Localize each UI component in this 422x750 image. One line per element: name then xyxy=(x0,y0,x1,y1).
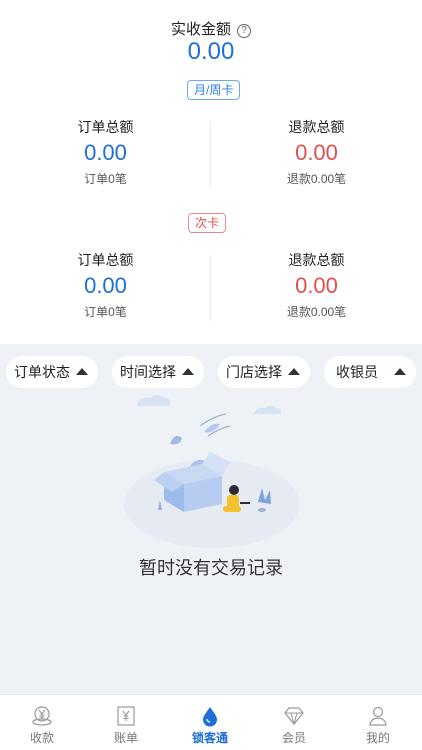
order-total-label: 订单总额 xyxy=(77,119,134,135)
monthly-order-column: 订单总额 0.00 订单0笔 xyxy=(0,118,211,188)
order-count: 订单0笔 xyxy=(84,172,127,186)
tab-lock-customer[interactable]: 锁客通 xyxy=(168,695,252,750)
person-icon xyxy=(369,706,387,726)
order-total-label: 订单总额 xyxy=(77,252,134,268)
transaction-list-area: 订单状态 时间选择 门店选择 收银员 暂时没有交易记录 xyxy=(0,344,422,694)
refund-count: 退款0.00笔 xyxy=(286,305,347,319)
total-received-heading: 实收金额? xyxy=(0,18,422,39)
tab-mine[interactable]: 我的 xyxy=(336,695,420,750)
total-received-label: 实收金额 xyxy=(170,21,231,38)
diamond-icon xyxy=(284,707,304,726)
times-card-stats: 订单总额 0.00 订单0笔 退款总额 0.00 退款0.00笔 xyxy=(0,251,422,323)
revenue-summary: 实收金额? 0.00 月/周卡 订单总额 0.00 订单0笔 退款总额 0.00… xyxy=(0,0,422,344)
time-select-filter[interactable]: 时间选择 xyxy=(112,356,204,388)
bottom-tab-bar: 收款 账单 锁客通 会员 我的 xyxy=(0,694,422,750)
empty-box-illustration xyxy=(124,395,300,548)
tab-bills[interactable]: 账单 xyxy=(84,695,168,750)
tab-collect[interactable]: 收款 xyxy=(0,695,84,750)
tab-members-label: 会员 xyxy=(281,731,306,745)
order-status-filter[interactable]: 订单状态 xyxy=(6,356,98,388)
caret-up-icon xyxy=(76,368,88,375)
bill-icon xyxy=(117,706,135,726)
refund-total-label: 退款总额 xyxy=(288,252,345,268)
store-select-filter-label: 门店选择 xyxy=(226,364,282,380)
tab-bills-label: 账单 xyxy=(113,731,138,745)
monthly-card-stats: 订单总额 0.00 订单0笔 退款总额 0.00 退款0.00笔 xyxy=(0,118,422,190)
caret-up-icon xyxy=(394,368,406,375)
monthly-refund-column: 退款总额 0.00 退款0.00笔 xyxy=(211,118,422,188)
tab-members[interactable]: 会员 xyxy=(252,695,336,750)
tab-mine-label: 我的 xyxy=(365,731,390,745)
refund-count: 退款0.00笔 xyxy=(286,172,347,186)
total-received-value: 0.00 xyxy=(187,38,235,65)
order-total-value: 0.00 xyxy=(84,273,127,298)
refund-total-label: 退款总额 xyxy=(288,119,345,135)
empty-state-message: 暂时没有交易记录 xyxy=(139,558,283,578)
refund-total-value: 0.00 xyxy=(295,140,338,165)
times-order-column: 订单总额 0.00 订单0笔 xyxy=(0,251,211,321)
store-select-filter[interactable]: 门店选择 xyxy=(218,356,310,388)
refund-total-value: 0.00 xyxy=(295,273,338,298)
time-select-filter-label: 时间选择 xyxy=(120,364,176,380)
drop-icon xyxy=(203,707,217,727)
tab-collect-label: 收款 xyxy=(29,731,54,745)
cashier-filter-label: 收银员 xyxy=(336,364,378,380)
yen-coin-icon xyxy=(32,706,52,726)
cashier-filter[interactable]: 收银员 xyxy=(324,356,416,388)
tab-lock-customer-label: 锁客通 xyxy=(191,731,228,745)
times-refund-column: 退款总额 0.00 退款0.00笔 xyxy=(211,251,422,321)
help-icon[interactable]: ? xyxy=(237,24,251,38)
caret-up-icon xyxy=(288,368,300,375)
order-status-filter-label: 订单状态 xyxy=(14,364,70,380)
caret-up-icon xyxy=(182,368,194,375)
monthly-card-tag: 月/周卡 xyxy=(187,80,241,100)
order-total-value: 0.00 xyxy=(84,140,127,165)
times-card-tag: 次卡 xyxy=(188,213,227,233)
order-count: 订单0笔 xyxy=(84,305,127,319)
filter-bar: 订单状态 时间选择 门店选择 收银员 xyxy=(0,356,422,388)
